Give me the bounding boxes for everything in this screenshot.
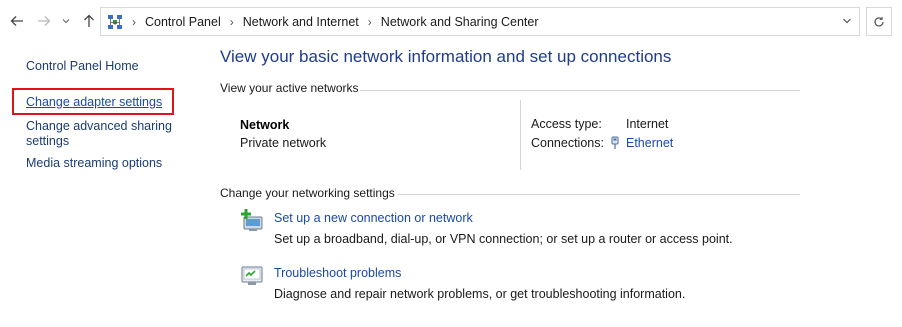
arrow-right-icon <box>38 16 51 26</box>
refresh-icon <box>874 16 884 27</box>
refresh-button[interactable] <box>866 7 892 36</box>
networking-settings-label: Change your networking settings <box>220 186 395 200</box>
arrow-left-icon <box>10 16 23 26</box>
divider <box>360 90 800 91</box>
back-button[interactable] <box>8 12 26 30</box>
access-type-value: Internet <box>626 117 669 131</box>
troubleshoot-problems-description: Diagnose and repair network problems, or… <box>274 287 686 301</box>
chevron-down-icon <box>62 19 70 24</box>
breadcrumb-network-sharing-center[interactable]: Network and Sharing Center <box>381 15 539 29</box>
address-bar[interactable]: › Control Panel › Network and Internet ›… <box>100 7 860 36</box>
network-name: Network <box>240 118 290 132</box>
connections-label: Connections: <box>531 136 604 150</box>
change-adapter-settings-link[interactable]: Change adapter settings <box>26 95 162 110</box>
media-streaming-options-link[interactable]: Media streaming options <box>26 156 162 171</box>
setup-new-connection-link[interactable]: Set up a new connection or network <box>274 211 473 225</box>
new-connection-icon <box>241 209 263 231</box>
up-button[interactable] <box>80 12 98 30</box>
navigation-bar: › Control Panel › Network and Internet ›… <box>0 0 902 44</box>
network-type[interactable]: Private network <box>240 136 326 150</box>
forward-button[interactable] <box>35 12 53 30</box>
troubleshoot-icon <box>241 266 263 285</box>
arrow-up-icon <box>84 14 94 27</box>
chevron-down-icon <box>843 18 851 24</box>
ethernet-link-label[interactable]: Ethernet <box>626 136 673 150</box>
recent-locations-button[interactable] <box>60 12 72 30</box>
breadcrumb-network-and-internet[interactable]: Network and Internet <box>243 15 359 29</box>
control-panel-home-link[interactable]: Control Panel Home <box>26 59 139 74</box>
main-content: View your basic network information and … <box>220 44 900 327</box>
setup-new-connection-description: Set up a broadband, dial-up, or VPN conn… <box>274 232 733 246</box>
divider <box>520 100 521 170</box>
left-pane: Control Panel Home Change adapter settin… <box>0 44 205 327</box>
ethernet-icon <box>611 136 619 149</box>
troubleshoot-problems-link[interactable]: Troubleshoot problems <box>274 266 401 280</box>
breadcrumb-control-panel[interactable]: Control Panel <box>145 15 221 29</box>
active-networks-label: View your active networks <box>220 81 359 95</box>
address-dropdown-button[interactable] <box>842 14 852 28</box>
change-advanced-sharing-link[interactable]: Change advanced sharing <box>26 119 172 134</box>
change-advanced-sharing-link-line2[interactable]: settings <box>26 134 69 149</box>
breadcrumb-separator: › <box>132 14 136 29</box>
ethernet-connection-link[interactable]: Ethernet <box>609 136 673 150</box>
access-type-label: Access type: <box>531 117 602 131</box>
page-title: View your basic network information and … <box>220 47 672 66</box>
divider <box>398 194 800 195</box>
network-center-icon <box>108 14 122 29</box>
breadcrumb-separator[interactable]: › <box>368 15 372 29</box>
breadcrumb-separator[interactable]: › <box>230 15 234 29</box>
